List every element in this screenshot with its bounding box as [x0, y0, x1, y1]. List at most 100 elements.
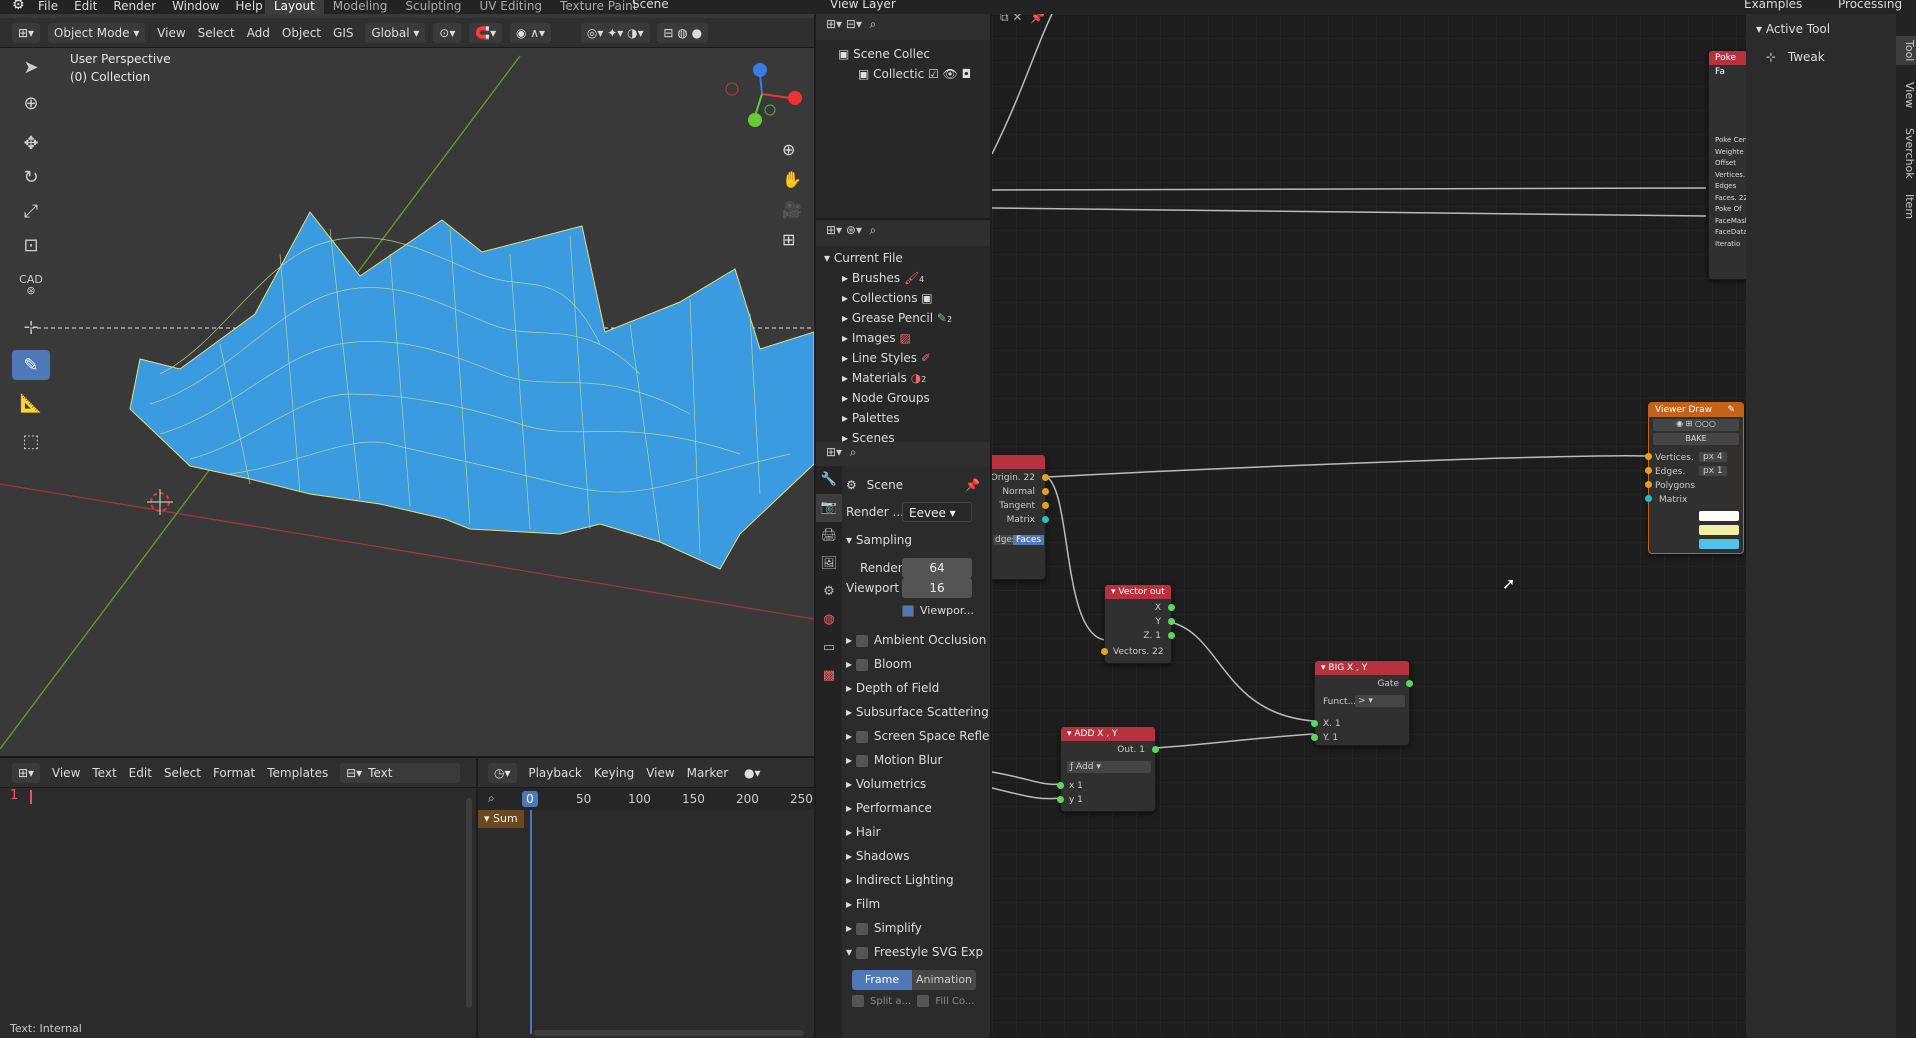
split-checkbox[interactable]: [852, 995, 864, 1007]
timeline-menu-view[interactable]: View: [640, 758, 680, 787]
text-menu-templates[interactable]: Templates: [261, 758, 334, 788]
panel-simplify[interactable]: ▸ Simplify: [846, 916, 990, 940]
menu-edit[interactable]: Edit: [66, 0, 105, 14]
summary-channel[interactable]: ▾ Sum: [478, 810, 524, 828]
add-xy-node[interactable]: ▾ ADD X , Y Out. 1 ƒ Add ▾ x 1 y 1: [1057, 726, 1159, 812]
panel-subsurface-scattering[interactable]: ▸ Subsurface Scattering: [846, 700, 990, 724]
panel-bloom[interactable]: ▸ Bloom: [846, 652, 990, 676]
bake-button[interactable]: BAKE: [1653, 433, 1739, 445]
poke-node-header[interactable]: Poke Fa: [1709, 51, 1746, 77]
render-samples-field[interactable]: 64: [902, 558, 972, 578]
panel-expand-icon[interactable]: ▸: [846, 729, 856, 743]
panel-expand-icon[interactable]: ▸: [846, 657, 856, 671]
panel-film[interactable]: ▸ Film: [846, 892, 990, 916]
text-menu-view[interactable]: View: [46, 758, 86, 788]
text-menu-text[interactable]: Text: [86, 758, 122, 788]
animation-tab[interactable]: Animation: [912, 970, 976, 990]
tab-layout[interactable]: Layout: [265, 0, 324, 14]
datablock-node-groups[interactable]: ▸ Node Groups: [824, 388, 990, 408]
texture-props-icon[interactable]: ▩: [816, 662, 842, 690]
panel-enable-checkbox[interactable]: [855, 754, 868, 767]
collection-props-icon[interactable]: ▭: [816, 634, 842, 662]
text-menu-edit[interactable]: Edit: [123, 758, 158, 788]
panel-expand-icon[interactable]: ▸: [846, 849, 856, 863]
checkbox-icon[interactable]: ☑: [928, 67, 939, 81]
viewer-px2[interactable]: px 1: [1699, 466, 1727, 476]
datablock-images[interactable]: ▸ Images ▨: [824, 328, 990, 348]
outliner[interactable]: ⊞▾ ⊟▾ ⌕ ▣ Scene Collec ▣ Collectic ☑ 👁 ◘: [816, 14, 990, 218]
playhead[interactable]: [530, 810, 532, 1034]
panel-volumetrics[interactable]: ▸ Volumetrics: [846, 772, 990, 796]
panel-indirect-lighting[interactable]: ▸ Indirect Lighting: [846, 868, 990, 892]
panel-enable-checkbox[interactable]: [855, 946, 868, 959]
timeline-menu-playback[interactable]: Playback: [522, 758, 588, 787]
panel-expand-icon[interactable]: ▸: [846, 897, 856, 911]
blend-file-browser[interactable]: ⊞▾ ⊛▾ ⌕ ▾ Current File ▸ Brushes 🖌4 ▸ Co…: [816, 220, 990, 442]
view-layer-selector[interactable]: View Layer: [830, 0, 896, 11]
sidebar-tab-tool[interactable]: Tool: [1896, 36, 1916, 66]
source-node-header[interactable]: [992, 455, 1045, 469]
source-faces-toggle[interactable]: Faces: [1013, 535, 1045, 545]
output-props-icon[interactable]: 🖨: [816, 522, 842, 550]
text-datablock-selector[interactable]: ⊟▾ Text: [340, 763, 461, 783]
sidebar-tab-sverchok[interactable]: Sverchok: [1896, 124, 1916, 183]
scene-collection-row[interactable]: ▣ Scene Collec: [838, 44, 990, 64]
view-layer-props-icon[interactable]: 🖼: [816, 550, 842, 578]
timeline[interactable]: ◷▾ Playback Keying View Marker ●▾ ⌕ 0 50 10…: [478, 756, 814, 1038]
text-menu-select[interactable]: Select: [158, 758, 207, 788]
tab-uv-editing[interactable]: UV Editing: [470, 0, 551, 14]
panel-freestyle-svg-exp[interactable]: ▾ Freestyle SVG Exp: [846, 940, 990, 964]
frame-tab[interactable]: Frame: [852, 970, 912, 990]
render-props-icon[interactable]: 📷: [816, 494, 842, 522]
add-xy-header[interactable]: ▾ ADD X , Y: [1061, 727, 1155, 741]
panel-expand-icon[interactable]: ▸: [846, 921, 856, 935]
render-engine-dropdown[interactable]: Eevee ▾: [902, 502, 972, 522]
panel-expand-icon[interactable]: ▸: [846, 753, 856, 767]
scene-props-icon[interactable]: ⚙: [816, 578, 842, 606]
add-op-dropdown[interactable]: ƒ Add ▾: [1067, 761, 1151, 773]
datablock-palettes[interactable]: ▸ Palettes: [824, 408, 990, 428]
viewer-color-swatch-2[interactable]: [1699, 525, 1739, 535]
poke-faces-node[interactable]: Poke Fa Poke Cent Weighte Offset Vertices. …: [1708, 50, 1746, 280]
panel-expand-icon[interactable]: ▾: [846, 945, 856, 959]
panel-depth-of-field[interactable]: ▸ Depth of Field: [846, 676, 990, 700]
panel-motion-blur[interactable]: ▸ Motion Blur: [846, 748, 990, 772]
sidebar-tab-view[interactable]: View: [1896, 78, 1916, 112]
tab-sculpting[interactable]: Sculpting: [396, 0, 470, 14]
panel-hair[interactable]: ▸ Hair: [846, 820, 990, 844]
viewport-samples-field[interactable]: 16: [902, 578, 972, 598]
panel-shadows[interactable]: ▸ Shadows: [846, 844, 990, 868]
timeline-ruler[interactable]: ⌕ 0 50 100 150 200 250: [478, 788, 814, 810]
datablock-grease-pencil[interactable]: ▸ Grease Pencil ✎2: [824, 308, 990, 328]
edit-icon[interactable]: ✎: [1727, 403, 1735, 417]
frame-current-badge[interactable]: 0: [522, 791, 538, 807]
menu-window[interactable]: Window: [164, 0, 227, 14]
viewer-color-swatch-1[interactable]: [1699, 511, 1739, 521]
viewer-color-swatch-3[interactable]: [1699, 539, 1739, 549]
fill-checkbox[interactable]: [917, 995, 930, 1007]
text-editor-type-button[interactable]: ⊞▾: [12, 763, 41, 783]
panel-performance[interactable]: ▸ Performance: [846, 796, 990, 820]
panel-enable-checkbox[interactable]: [855, 922, 868, 935]
viewer-px1[interactable]: px 4: [1699, 452, 1727, 462]
tweak-tool[interactable]: ⊹ Tweak: [1766, 50, 1825, 64]
sidebar-tab-item[interactable]: Item: [1896, 190, 1916, 223]
processing-toggle[interactable]: Processing: [1838, 0, 1902, 11]
search-icon[interactable]: ⌕: [488, 791, 495, 806]
datablock-scenes[interactable]: ▸ Scenes: [824, 428, 990, 442]
vector-out-header[interactable]: ▾ Vector out: [1105, 585, 1171, 599]
source-node[interactable]: Origin. 22 Normal Tangent Matrix dges Fa…: [992, 454, 1049, 580]
camera-icon[interactable]: 🎥: [782, 200, 802, 219]
viewer-draw-node[interactable]: Viewer Draw ✎ ◉ ⊞ ○○○ BAKE Vertices. px 4…: [1645, 402, 1744, 554]
sampling-panel-header[interactable]: ▾ Sampling: [846, 528, 990, 552]
text-editor[interactable]: ⊞▾ View Text Edit Select Format Templates ⊟▾ …: [0, 756, 476, 1038]
tab-modeling[interactable]: Modeling: [324, 0, 397, 14]
text-scrollbar[interactable]: [466, 798, 472, 1008]
datablock-brushes[interactable]: ▸ Brushes 🖌4: [824, 268, 990, 288]
panel-expand-icon[interactable]: ▸: [846, 825, 856, 839]
panel-expand-icon[interactable]: ▸: [846, 873, 856, 887]
tool-props-icon[interactable]: 🔧: [816, 466, 842, 494]
pin-icon[interactable]: 📌: [965, 470, 980, 500]
timeline-menu-marker[interactable]: Marker: [681, 758, 734, 787]
node-editor[interactable]: ⧉ ✕ 📌 Poke Fa Poke CentWeighteOffsetVert…: [992, 14, 1746, 1038]
